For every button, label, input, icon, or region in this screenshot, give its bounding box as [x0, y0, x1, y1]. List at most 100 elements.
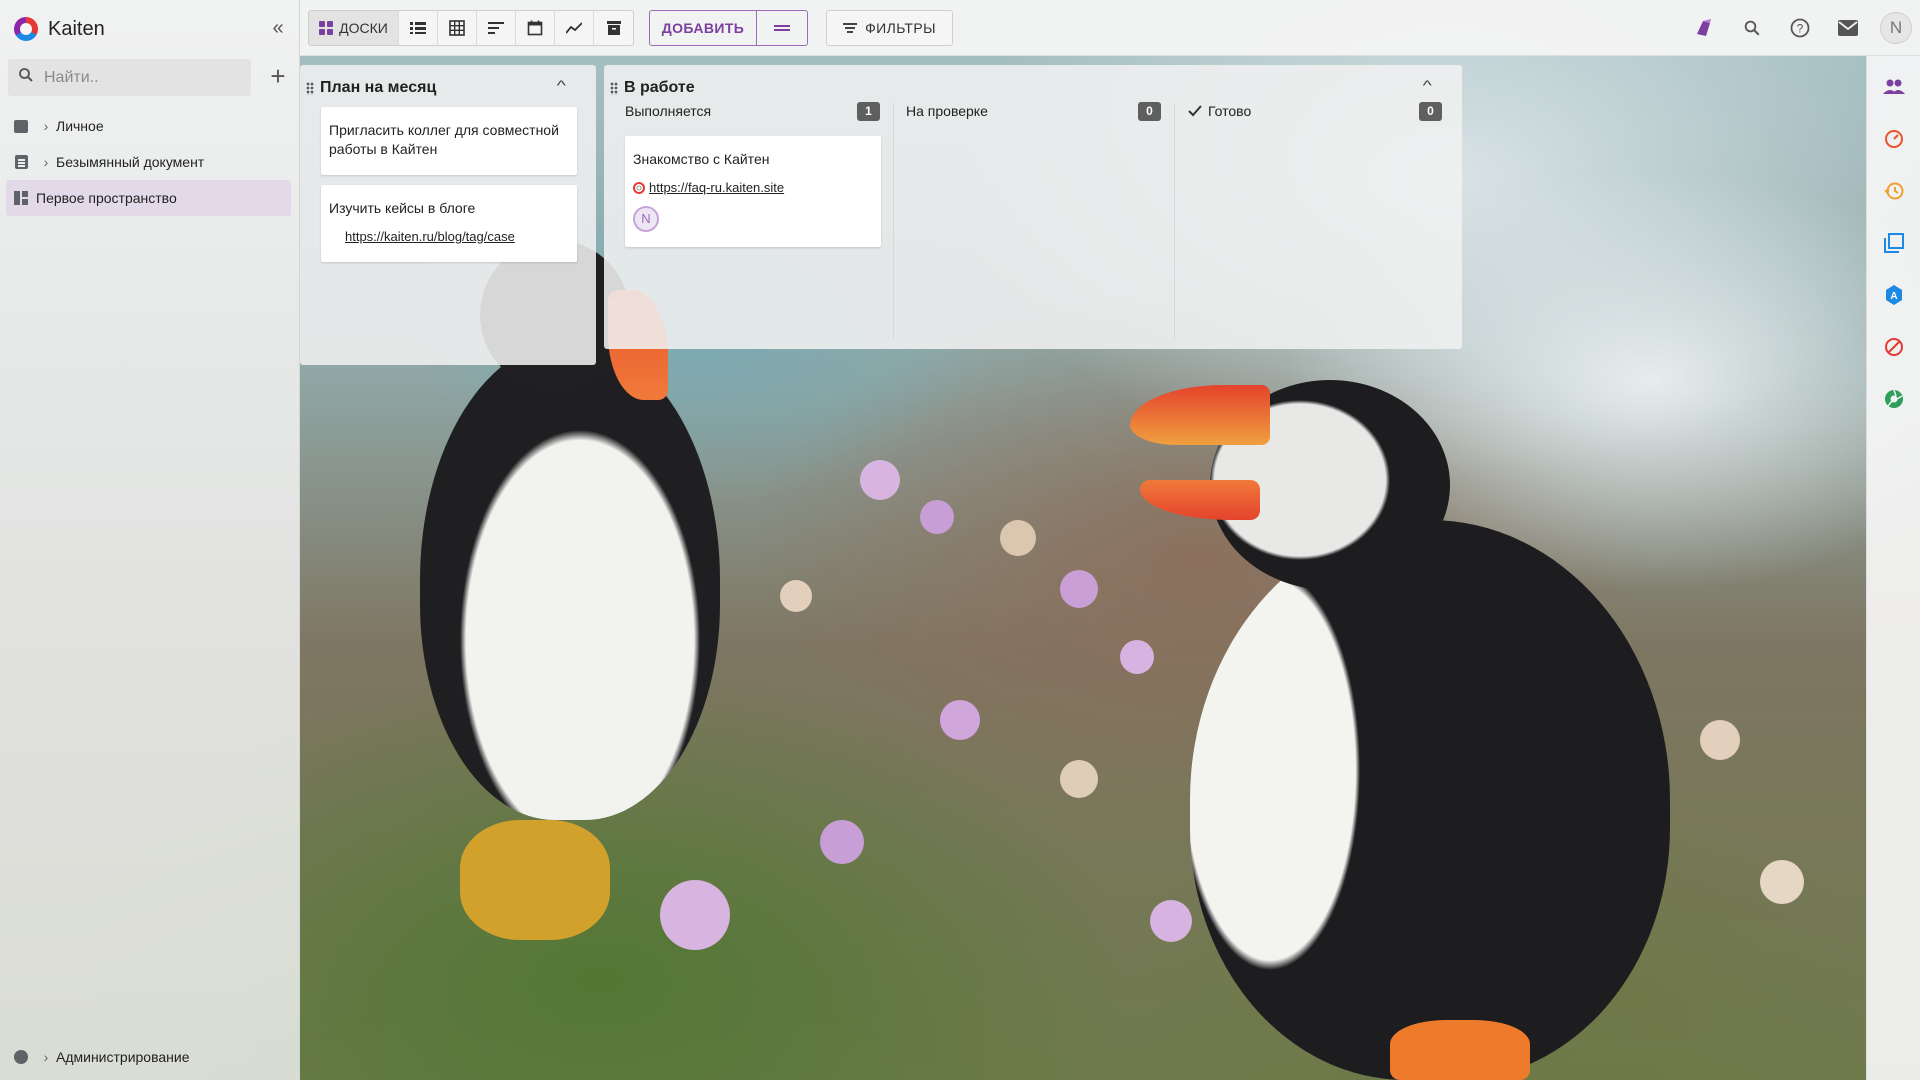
filters-button[interactable]: ФИЛЬТРЫ — [826, 10, 953, 46]
card-link[interactable]: https://kaiten.ru/blog/tag/case — [345, 227, 515, 246]
top-right-actions: ? N — [1688, 12, 1912, 44]
flower — [1760, 860, 1804, 904]
search-icon — [8, 66, 44, 89]
sidebar-item-first-space[interactable]: Первое пространство — [6, 180, 291, 216]
timeline-view-button[interactable] — [477, 11, 516, 45]
shutter-icon[interactable] — [1883, 388, 1905, 410]
flower — [1150, 900, 1192, 942]
lane-title[interactable]: В работе — [610, 79, 695, 97]
search-box[interactable] — [8, 59, 251, 96]
checkmark-icon — [1188, 105, 1202, 117]
view-switcher: ДОСКИ — [308, 10, 634, 46]
table-view-button[interactable] — [438, 11, 477, 45]
flower — [1060, 760, 1098, 798]
collapse-lane-icon[interactable]: ^ — [557, 77, 566, 93]
add-options-button[interactable] — [757, 11, 807, 45]
column-count-badge: 0 — [1138, 102, 1161, 121]
user-avatar[interactable]: N — [1880, 12, 1912, 44]
calendar-view-button[interactable] — [516, 11, 555, 45]
svg-text:A: A — [1890, 291, 1897, 302]
sidebar: Kaiten « + › Личное › Безымянный докумен… — [0, 0, 300, 1080]
column-divider — [893, 103, 894, 339]
table-view-icon — [449, 20, 465, 36]
list-view-button[interactable] — [399, 11, 438, 45]
lane-in-progress: В работе ^ Выполняется 1 На проверке 0 Г… — [604, 65, 1462, 349]
search-input[interactable] — [44, 68, 234, 87]
filter-icon — [843, 23, 858, 33]
history-icon[interactable] — [1883, 180, 1905, 202]
right-rail: A — [1866, 56, 1920, 1080]
column-header-in-progress[interactable]: Выполняется — [625, 103, 711, 119]
collapse-lane-icon[interactable]: ^ — [1423, 77, 1432, 93]
lichen — [460, 820, 610, 940]
calendar-view-icon — [527, 20, 543, 36]
boards-icon — [319, 21, 334, 35]
lane-title[interactable]: План на месяц — [306, 79, 436, 97]
search-icon[interactable] — [1736, 12, 1768, 44]
flower — [1060, 570, 1098, 608]
timer-icon[interactable] — [1883, 128, 1905, 150]
sidebar-item-personal[interactable]: › Личное — [6, 108, 291, 144]
column-count-badge: 0 — [1419, 102, 1442, 121]
column-divider — [1174, 103, 1175, 339]
collapse-sidebar-icon[interactable]: « — [266, 16, 290, 40]
card-study-cases[interactable]: Изучить кейсы в блоге https://kaiten.ru/… — [321, 185, 577, 262]
lane-title-text: План на месяц — [320, 79, 437, 96]
blocked-icon[interactable] — [1883, 336, 1905, 358]
lane-month-plan: План на месяц ^ Пригласить коллег для со… — [300, 65, 596, 365]
kaiten-apps-icon[interactable] — [1688, 12, 1720, 44]
add-button[interactable]: ДОБАВИТЬ — [650, 11, 757, 45]
timeline-view-icon — [488, 22, 504, 34]
flower — [780, 580, 812, 612]
folder-icon — [6, 119, 36, 133]
admin-icon — [6, 1049, 36, 1064]
cards-stack-icon[interactable] — [1883, 232, 1905, 254]
archive-view-button[interactable] — [594, 11, 633, 45]
flower — [820, 820, 864, 864]
sidebar-item-label: Безымянный документ — [56, 154, 205, 170]
column-header-done[interactable]: Готово — [1188, 103, 1251, 119]
lifebuoy-icon — [633, 181, 645, 194]
sidebar-item-administration[interactable]: › Администрирование — [6, 1038, 291, 1074]
chevron-right-icon[interactable]: › — [36, 1049, 56, 1065]
card-meet-kaiten[interactable]: Знакомство с Кайтен https://faq-ru.kaite… — [625, 136, 881, 247]
column-count-badge: 1 — [857, 102, 880, 121]
brand[interactable]: Kaiten — [14, 14, 105, 44]
brand-name: Kaiten — [48, 17, 105, 40]
space-icon — [6, 191, 36, 205]
card-title: Изучить кейсы в блоге — [329, 200, 476, 216]
add-space-button[interactable]: + — [265, 62, 291, 92]
right-puffin — [1190, 520, 1670, 1080]
drag-handle-icon[interactable] — [306, 81, 314, 95]
card-link[interactable]: https://faq-ru.kaiten.site — [649, 178, 784, 197]
sidebar-item-untitled-document[interactable]: › Безымянный документ — [6, 144, 291, 180]
drag-handle-icon[interactable] — [610, 81, 618, 95]
chart-view-icon — [566, 22, 582, 34]
svg-text:?: ? — [1797, 22, 1804, 36]
column-header-review[interactable]: На проверке — [906, 103, 988, 119]
members-icon[interactable] — [1883, 76, 1905, 98]
lane-title-text: В работе — [624, 79, 695, 96]
filters-label: ФИЛЬТРЫ — [865, 20, 936, 36]
card-link-row: https://faq-ru.kaiten.site — [633, 178, 784, 197]
right-puffin-foot — [1390, 1020, 1530, 1080]
card-invite-colleagues[interactable]: Пригласить коллег для совместной работы … — [321, 107, 577, 175]
boards-label: ДОСКИ — [339, 20, 388, 36]
member-avatar[interactable]: N — [633, 206, 659, 232]
automation-icon[interactable]: A — [1883, 284, 1905, 306]
help-icon[interactable]: ? — [1784, 12, 1816, 44]
flower — [920, 500, 954, 534]
left-puffin — [420, 340, 720, 820]
mail-icon[interactable] — [1832, 12, 1864, 44]
kaiten-logo-icon — [14, 17, 38, 41]
sidebar-item-label: Администрирование — [56, 1048, 190, 1065]
sidebar-item-label: Первое пространство — [36, 190, 177, 206]
boards-view-button[interactable]: ДОСКИ — [309, 11, 399, 45]
sidebar-nav: › Личное › Безымянный документ Первое пр… — [6, 108, 291, 216]
flower — [1000, 520, 1036, 556]
card-title: Пригласить коллег для совместной работы … — [329, 122, 559, 157]
chevron-right-icon[interactable]: › — [36, 154, 56, 170]
flower — [940, 700, 980, 740]
chart-view-button[interactable] — [555, 11, 594, 45]
chevron-right-icon[interactable]: › — [36, 118, 56, 134]
